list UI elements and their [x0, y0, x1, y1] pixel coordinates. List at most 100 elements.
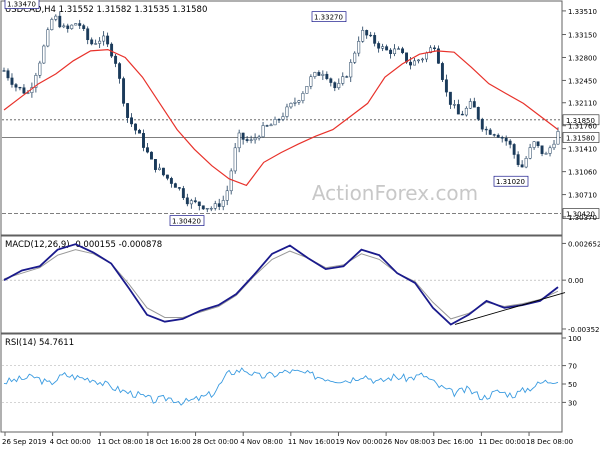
candle-body: [261, 125, 265, 138]
candle-body: [161, 167, 165, 176]
macd-tick-label: -0.003526: [568, 326, 600, 334]
candle-body: [297, 100, 301, 103]
candle-body: [86, 28, 90, 41]
time-tick-label: 26 Nov 08:00: [383, 438, 430, 446]
candle-body: [102, 35, 106, 42]
candle-body: [524, 158, 528, 168]
price-tick-label: 1.31760: [568, 123, 597, 131]
candle-body: [393, 48, 397, 54]
candle-body: [285, 106, 289, 117]
candle-body: [114, 55, 118, 64]
candle-body: [345, 76, 349, 78]
candle-body: [165, 174, 169, 179]
price-tick-label: 1.33150: [568, 32, 597, 40]
candle-body: [476, 107, 480, 120]
candle-body: [452, 104, 456, 106]
candle-body: [150, 151, 153, 160]
candle-body: [532, 141, 536, 148]
candle-body: [157, 167, 161, 170]
candle-body: [269, 124, 273, 127]
candle-body: [496, 134, 500, 138]
candle-body: [50, 19, 54, 30]
rsi-tick-label: 30: [568, 399, 577, 407]
candle-body: [185, 197, 189, 205]
candle-body: [425, 52, 428, 60]
candle-body: [321, 73, 325, 76]
time-tick-label: 11 Dec 00:00: [478, 438, 525, 446]
time-tick-label: 4 Oct 00:00: [50, 438, 91, 446]
candle-body: [265, 125, 269, 127]
candle-body: [154, 159, 157, 170]
candle-body: [484, 128, 488, 131]
candle-body: [341, 76, 345, 84]
candle-body: [480, 118, 484, 130]
candle-body: [193, 200, 197, 203]
candle-body: [369, 34, 373, 37]
time-tick-label: 18 Dec 08:00: [526, 438, 573, 446]
candle-body: [444, 79, 448, 93]
candle-body: [500, 137, 504, 139]
candle-body: [448, 91, 452, 105]
candle-body: [456, 104, 460, 115]
rsi-tick-label: 100: [568, 335, 581, 343]
candle-body: [333, 82, 337, 89]
candle-body: [181, 188, 185, 199]
price-tick-label: 1.32450: [568, 77, 597, 85]
candle-body: [205, 208, 209, 210]
candle-body: [169, 178, 173, 184]
candle-body: [325, 73, 329, 79]
price-tick-label: 1.30710: [568, 192, 597, 200]
candle-body: [520, 164, 524, 168]
price-tick-label: 1.32800: [568, 54, 597, 62]
candle-body: [58, 15, 62, 28]
candle-body: [98, 40, 102, 44]
candle-body: [42, 45, 46, 64]
candle-body: [337, 83, 341, 89]
watermark: ActionForex.com: [312, 181, 478, 205]
price-tick-label: 1.31060: [568, 169, 597, 177]
time-axis-ticks: 26 Sep 2019 4 Oct 00:00 11 Oct 08:00 18 Oct…: [2, 432, 573, 446]
time-tick-label: 28 Oct 00:00: [193, 438, 239, 446]
candle-body: [460, 113, 464, 116]
candle-body: [528, 147, 532, 159]
candle-body: [365, 30, 369, 36]
price-tick-label: 1.30370: [568, 214, 597, 222]
swing-label: 1.33270: [314, 14, 343, 22]
candle-body: [14, 84, 18, 88]
candle-body: [464, 107, 468, 116]
candle-body: [329, 78, 333, 83]
candle-body: [309, 76, 313, 87]
candle-body: [353, 52, 357, 63]
candle-body: [146, 147, 149, 153]
candle-body: [504, 137, 508, 142]
candle-body: [401, 48, 405, 54]
candle-body: [10, 77, 14, 85]
candle-body: [90, 39, 94, 45]
time-tick-label: 11 Oct 08:00: [97, 438, 143, 446]
candle-body: [289, 103, 293, 108]
candle-body: [536, 141, 540, 146]
candle-body: [126, 103, 130, 118]
candle-body: [440, 63, 444, 80]
candle-body: [273, 119, 277, 126]
candle-body: [373, 35, 377, 44]
swing-label: 1.33470: [7, 1, 36, 9]
candle-body: [317, 72, 321, 76]
candle-body: [277, 119, 281, 121]
candle-body: [130, 117, 133, 125]
macd-panel: [0, 235, 563, 334]
candle-body: [225, 190, 229, 201]
candle-body: [217, 203, 221, 207]
candle-body: [409, 61, 412, 66]
candle-body: [377, 43, 381, 49]
candle-body: [357, 41, 361, 54]
candle-body: [488, 129, 492, 135]
candle-body: [2, 70, 6, 72]
candle-body: [229, 170, 233, 192]
level-label: 1.31580: [566, 135, 595, 143]
rsi-tick-label: 50: [568, 381, 577, 389]
candle-body: [173, 183, 177, 188]
candle-body: [556, 131, 560, 145]
rsi-tick-label: 70: [568, 363, 577, 371]
candle-body: [421, 58, 424, 61]
